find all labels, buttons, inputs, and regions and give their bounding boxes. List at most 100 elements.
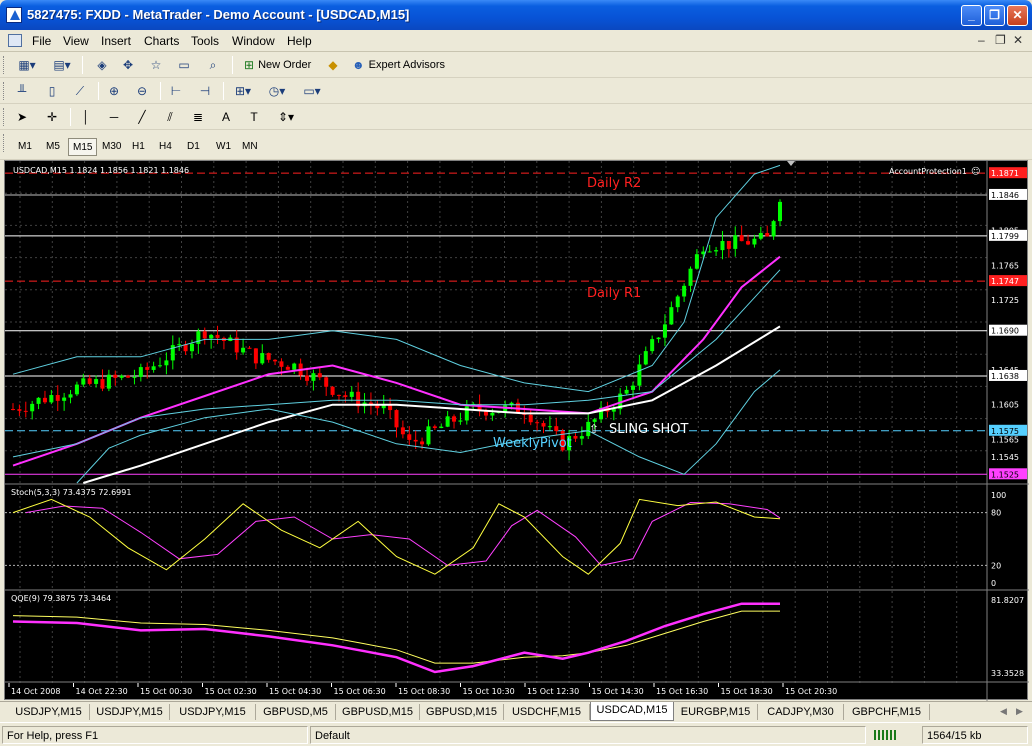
timeframe-m15[interactable]: M15 — [68, 138, 98, 156]
arrows-icon[interactable]: ⇕▾ — [272, 107, 300, 127]
chart-tab-gbpusd-m15[interactable]: GBPUSD,M15 — [336, 704, 420, 720]
menu-window[interactable]: Window — [232, 34, 275, 48]
timeframe-m30[interactable]: M30 — [98, 138, 125, 156]
profiles-icon[interactable]: ▤▾ — [48, 55, 76, 75]
equidistant-channel-icon[interactable]: ⫽ — [160, 107, 180, 127]
menu-help[interactable]: Help — [287, 34, 312, 48]
line-chart-icon[interactable]: ⟋ — [70, 81, 90, 101]
expert-advisors-label: Expert Advisors — [368, 59, 446, 71]
candle-body — [273, 359, 278, 362]
indicators-icon[interactable]: ⊞▾ — [229, 81, 257, 101]
timeframe-m1[interactable]: M1 — [14, 138, 36, 156]
chart-tab-usdchf-m15[interactable]: USDCHF,M15 — [504, 704, 590, 720]
mdi-minimize-button[interactable]: – — [978, 33, 985, 47]
menu-insert[interactable]: Insert — [101, 34, 131, 48]
chart-tab-usdjpy-m15[interactable]: USDJPY,M15 — [170, 704, 256, 720]
terminal-icon[interactable]: ▭ — [174, 55, 194, 75]
candle-body — [458, 420, 463, 422]
candle-body — [49, 395, 54, 403]
candle-body — [694, 254, 699, 269]
candle-body — [758, 233, 763, 239]
horizontal-line-icon[interactable]: ─ — [104, 107, 124, 127]
title-bar: 5827475: FXDD - MetaTrader - Demo Accoun… — [0, 0, 1032, 30]
candle-body — [407, 434, 412, 440]
candle-body — [400, 427, 405, 435]
fibonacci-icon[interactable]: ≣ — [188, 107, 208, 127]
periods-icon[interactable]: ◷▾ — [263, 81, 291, 101]
chart-shift-icon[interactable]: ⊣ — [195, 81, 215, 101]
chart-tab-usdjpy-m15[interactable]: USDJPY,M15 — [8, 704, 90, 720]
mdi-restore-button[interactable]: ❐ — [995, 33, 1006, 47]
connection-bars-icon — [874, 730, 896, 740]
menu-file[interactable]: File — [32, 34, 51, 48]
chart-tab-gbpusd-m5[interactable]: GBPUSD,M5 — [256, 704, 336, 720]
chart-tab-cadjpy-m30[interactable]: CADJPY,M30 — [758, 704, 844, 720]
minimize-button[interactable]: _ — [961, 5, 982, 26]
timeframe-h4[interactable]: H4 — [155, 138, 176, 156]
templates-icon[interactable]: ▭▾ — [298, 81, 326, 101]
candle-body — [739, 235, 744, 242]
bar-chart-icon[interactable]: ╨ — [12, 81, 32, 101]
time-axis-label: 15 Oct 18:30 — [721, 687, 773, 696]
market-watch-icon[interactable]: ◈ — [92, 55, 112, 75]
candle-body — [343, 395, 348, 397]
toolbar-grip[interactable] — [3, 56, 6, 74]
toolbar-grip[interactable] — [3, 82, 6, 100]
candle-body — [746, 241, 751, 245]
candle-body — [215, 334, 220, 338]
candle-body — [675, 296, 680, 308]
maximize-button[interactable]: ❐ — [984, 5, 1005, 26]
menu-view[interactable]: View — [63, 34, 89, 48]
new-chart-icon[interactable]: ▦▾ — [12, 55, 42, 75]
chart-window[interactable]: USDCAD,M15 1.1824 1.1856 1.1821 1.1846 Ac… — [4, 160, 1029, 701]
menu-tools[interactable]: Tools — [191, 34, 219, 48]
candle-body — [23, 410, 28, 412]
zoom-out-icon[interactable]: ⊖ — [132, 81, 152, 101]
candle-body — [554, 426, 559, 432]
metatrader-app-icon[interactable] — [6, 7, 22, 23]
timeframe-m5[interactable]: M5 — [42, 138, 64, 156]
timeframe-mn[interactable]: MN — [238, 138, 262, 156]
close-button[interactable]: ✕ — [1007, 5, 1028, 26]
chart-tab-usdcad-m15[interactable]: USDCAD,M15 — [590, 702, 674, 721]
tabs-scroll-left-icon[interactable]: ◀ — [1000, 706, 1007, 717]
chart-tab-gbpchf-m15[interactable]: GBPCHF,M15 — [844, 704, 930, 720]
toolbar-grip[interactable] — [3, 108, 6, 126]
metaeditor-icon[interactable]: ◆ — [323, 55, 343, 75]
candle-body — [247, 347, 252, 349]
menu-charts[interactable]: Charts — [144, 34, 179, 48]
chart-tab-eurgbp-m15[interactable]: EURGBP,M15 — [674, 704, 758, 720]
vertical-line-icon[interactable]: │ — [76, 107, 96, 127]
text-icon[interactable]: A — [216, 107, 236, 127]
zoom-in-icon[interactable]: ⊕ — [104, 81, 124, 101]
chart-shift-marker — [787, 161, 795, 166]
price-axis-label: 1.1846 — [991, 191, 1019, 200]
timeframe-w1[interactable]: W1 — [212, 138, 235, 156]
strategy-tester-icon[interactable]: ⌕ — [203, 55, 223, 75]
chart-tab-gbpusd-m15[interactable]: GBPUSD,M15 — [420, 704, 504, 720]
trendline-icon[interactable]: ╱ — [132, 107, 152, 127]
price-chart[interactable]: USDCAD,M15 1.1824 1.1856 1.1821 1.1846 Ac… — [5, 161, 1029, 701]
chart-tab-usdjpy-m15[interactable]: USDJPY,M15 — [90, 704, 170, 720]
qqe-main-line — [12, 602, 780, 674]
timeframe-d1[interactable]: D1 — [183, 138, 204, 156]
status-traffic: 1564/15 kb — [922, 726, 1028, 744]
candlestick-icon[interactable]: ▯ — [42, 81, 62, 101]
mdi-close-button[interactable]: ✕ — [1013, 33, 1023, 47]
candle-body — [688, 268, 693, 286]
data-window-icon[interactable]: ✥ — [118, 55, 138, 75]
expert-advisors-button[interactable]: ☻ Expert Advisors — [348, 55, 449, 75]
new-order-icon: ⊞ — [244, 58, 255, 72]
menu-bar: File View Insert Charts Tools Window Hel… — [0, 30, 1032, 52]
timeframe-h1[interactable]: H1 — [128, 138, 149, 156]
auto-scroll-icon[interactable]: ⊢ — [166, 81, 186, 101]
cursor-icon[interactable]: ➤ — [12, 107, 32, 127]
navigator-icon[interactable]: ☆ — [146, 55, 166, 75]
toolbar-grip[interactable] — [3, 134, 6, 152]
text-label-icon[interactable]: T — [244, 107, 264, 127]
time-axis-label: 14 Oct 22:30 — [76, 687, 128, 696]
chart-window-icon[interactable] — [8, 34, 22, 47]
new-order-button[interactable]: ⊞ New Order — [240, 55, 315, 75]
tabs-scroll-right-icon[interactable]: ▶ — [1016, 706, 1023, 717]
crosshair-icon[interactable]: ✛ — [42, 107, 62, 127]
